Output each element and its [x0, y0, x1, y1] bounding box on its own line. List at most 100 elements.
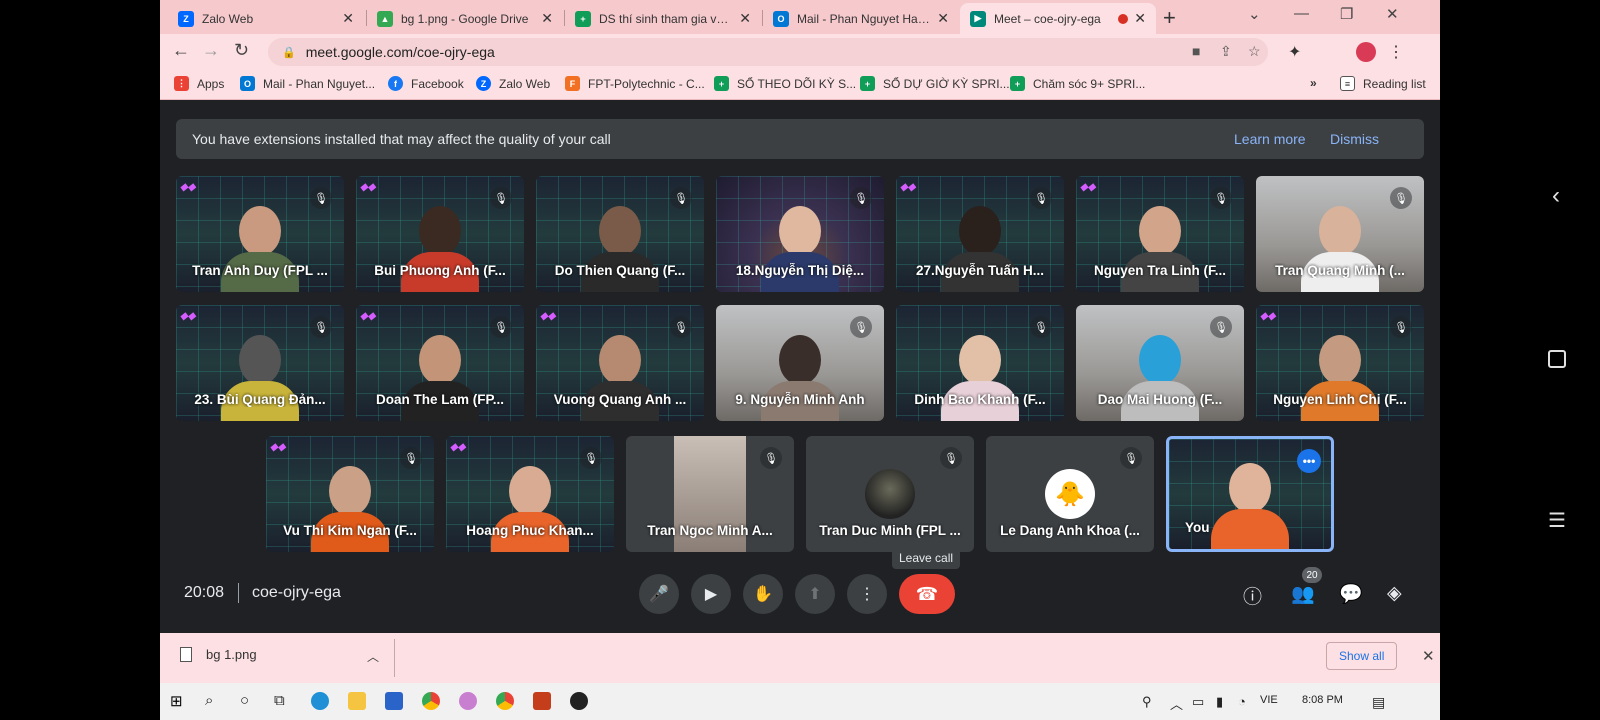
participant-tile[interactable]: 🎙 18.Nguyễn Thị Diệ...	[716, 176, 884, 292]
raise-hand-button[interactable]: ✋	[743, 574, 783, 614]
participant-tile[interactable]: 🎙 Tran Quang Minh (...	[1256, 176, 1424, 292]
participant-tile[interactable]: ◆◆ 🎙 Hoang Phuc Khan...	[446, 436, 614, 552]
reading-list-icon: ≡	[1340, 76, 1355, 91]
bookmark-so-du-gio[interactable]: + SỔ DỰ GIỜ KỲ SPRI...	[860, 76, 1010, 91]
menu-kebab-icon[interactable]: ⋮	[1388, 42, 1404, 62]
chrome-active-icon[interactable]	[496, 692, 514, 710]
more-options-icon[interactable]: •••	[1297, 449, 1321, 473]
close-tab-icon[interactable]: ✕	[342, 10, 354, 27]
forward-arrow-icon[interactable]: →	[202, 40, 220, 61]
chevron-up-icon[interactable]: ︿	[1170, 694, 1183, 713]
more-options-button[interactable]: ⋮	[847, 574, 887, 614]
microphone-button[interactable]: 🎤	[639, 574, 679, 614]
camera-in-use-icon[interactable]: ■	[1192, 43, 1200, 59]
battery-icon[interactable]: ▭	[1192, 694, 1204, 710]
reading-list[interactable]: ≡ Reading list	[1340, 76, 1426, 91]
participant-tile[interactable]: ◆◆ 🎙 Vu Thi Kim Ngan (F...	[266, 436, 434, 552]
bookmark-mail[interactable]: O Mail - Phan Nguyet...	[240, 76, 375, 91]
tab-google-meet[interactable]: ▶ Meet – coe-ojry-ega ✕	[960, 3, 1156, 34]
people-tray-icon[interactable]: ⚲	[1142, 694, 1152, 710]
tab-zalo[interactable]: Z Zalo Web ✕	[168, 3, 364, 34]
self-view-tile[interactable]: ••• You	[1166, 436, 1334, 552]
back-arrow-icon[interactable]: ←	[172, 40, 190, 61]
learn-more-link[interactable]: Learn more	[1234, 131, 1306, 147]
address-bar[interactable]: 🔒 meet.google.com/coe-ojry-ega	[268, 38, 1268, 66]
notifications-icon[interactable]: ▤	[1372, 694, 1385, 711]
recent-apps-icon[interactable]	[1548, 350, 1566, 368]
participant-tile[interactable]: 🎙 9. Nguyễn Minh Anh	[716, 305, 884, 421]
file-explorer-icon[interactable]	[348, 692, 366, 710]
close-tab-icon[interactable]: ✕	[937, 10, 949, 27]
restore-icon[interactable]: ❐	[1340, 5, 1353, 23]
powerpoint-icon[interactable]	[533, 692, 551, 710]
extensions-warning-banner: You have extensions installed that may a…	[176, 119, 1424, 159]
tab-search-icon[interactable]: ⌄	[1248, 5, 1261, 23]
chat-icon[interactable]: 💬	[1339, 582, 1363, 606]
activities-icon[interactable]: ◈	[1387, 582, 1402, 605]
wifi-icon[interactable]: ◔	[1238, 694, 1246, 709]
cortana-icon[interactable]: ○	[240, 692, 249, 709]
close-tab-icon[interactable]: ✕	[739, 10, 751, 27]
zalo-icon: Z	[476, 76, 491, 91]
participant-tile[interactable]: 🎙 Dinh Bao Khanh (F...	[896, 305, 1064, 421]
present-screen-button[interactable]: ⬆	[795, 574, 835, 614]
participant-tile[interactable]: 🐥 🎙 Le Dang Anh Khoa (...	[986, 436, 1154, 552]
bookmark-zalo[interactable]: Z Zalo Web	[476, 76, 550, 91]
language-indicator[interactable]: VIE	[1260, 694, 1278, 706]
participant-tile[interactable]: 🎙 Tran Duc Minh (FPL ...	[806, 436, 974, 552]
tab-google-drive[interactable]: ▲ bg 1.png - Google Drive ✕	[367, 3, 563, 34]
taskbar-clock[interactable]: 8:08 PM	[1302, 694, 1343, 706]
participant-tile[interactable]: ◆◆ 🎙 Vuong Quang Anh ...	[536, 305, 704, 421]
leave-call-button[interactable]: ☎	[899, 574, 955, 614]
bookmark-facebook[interactable]: f Facebook	[388, 76, 464, 91]
edge-icon[interactable]	[311, 692, 329, 710]
participant-tile[interactable]: ◆◆ 🎙 Nguyen Tra Linh (F...	[1076, 176, 1244, 292]
google-sheets-icon: +	[1010, 76, 1025, 91]
task-view-icon[interactable]: ⧉	[274, 692, 285, 709]
participant-tile[interactable]: 🎙 Tran Ngoc Minh A...	[626, 436, 794, 552]
show-all-button[interactable]: Show all	[1326, 642, 1398, 670]
meeting-info-icon[interactable]: ⓘ	[1243, 582, 1262, 609]
close-tab-icon[interactable]: ✕	[541, 10, 553, 27]
reload-icon[interactable]: ↻	[234, 40, 249, 61]
bookmark-star-icon[interactable]: ☆	[1248, 43, 1261, 60]
bookmark-fpt-polytechnic[interactable]: F FPT-Polytechnic - C...	[565, 76, 705, 91]
download-item[interactable]: bg 1.png	[180, 647, 257, 662]
chevron-up-icon[interactable]: ︿	[367, 648, 379, 665]
chrome-icon[interactable]	[422, 692, 440, 710]
share-icon[interactable]: ⇪	[1220, 43, 1232, 60]
participant-tile[interactable]: ◆◆ 🎙 Nguyen Linh Chi (F...	[1256, 305, 1424, 421]
participant-tile[interactable]: 🎙 Dao Mai Huong (F...	[1076, 305, 1244, 421]
microphone-tray-icon[interactable]: ▮	[1216, 694, 1223, 710]
participant-tile[interactable]: ◆◆ 🎙 Doan The Lam (FP...	[356, 305, 524, 421]
paint-icon[interactable]	[459, 692, 477, 710]
obs-icon[interactable]	[570, 692, 588, 710]
participant-tile[interactable]: ◆◆ 🎙 Tran Anh Duy (FPL ...	[176, 176, 344, 292]
more-bookmarks-chevron[interactable]: »	[1310, 76, 1317, 90]
menu-hamburger-icon[interactable]: ☰	[1548, 508, 1566, 533]
windows-start-icon[interactable]: ⊞	[170, 692, 183, 710]
participant-tile[interactable]: ◆◆ 🎙 27.Nguyễn Tuấn H...	[896, 176, 1064, 292]
camera-button[interactable]: ▶	[691, 574, 731, 614]
profile-avatar[interactable]	[1356, 42, 1376, 62]
people-icon[interactable]: 👥	[1291, 582, 1315, 606]
close-tab-icon[interactable]: ✕	[1134, 10, 1146, 27]
back-chevron-icon[interactable]: ‹	[1552, 182, 1560, 210]
bookmark-so-theo-doi[interactable]: + SỔ THEO DÕI KỲ S...	[714, 76, 856, 91]
search-icon[interactable]: ⌕	[205, 692, 213, 709]
participant-tile[interactable]: ◆◆ 🎙 Bui Phuong Anh (F...	[356, 176, 524, 292]
dismiss-button[interactable]: Dismiss	[1330, 131, 1379, 147]
new-tab-button[interactable]: +	[1163, 5, 1176, 31]
store-icon[interactable]	[385, 692, 403, 710]
tab-outlook-mail[interactable]: O Mail - Phan Nguyet Ha (F ✕	[763, 3, 959, 34]
participant-tile[interactable]: ◆◆ 🎙 23. Bùi Quang Đản...	[176, 305, 344, 421]
tab-sheets[interactable]: + DS thí sinh tham gia vòng ✕	[565, 3, 761, 34]
participant-tile[interactable]: 🎙 Do Thien Quang (F...	[536, 176, 704, 292]
close-window-icon[interactable]: ✕	[1386, 5, 1399, 23]
participant-video	[401, 335, 479, 421]
extensions-puzzle-icon[interactable]: ✦	[1288, 42, 1301, 62]
bookmark-cham-soc[interactable]: + Chăm sóc 9+ SPRI...	[1010, 76, 1145, 91]
close-shelf-icon[interactable]: ✕	[1422, 647, 1435, 665]
bookmark-apps[interactable]: ⋮ Apps	[174, 76, 224, 91]
minimize-icon[interactable]: —	[1294, 5, 1309, 22]
